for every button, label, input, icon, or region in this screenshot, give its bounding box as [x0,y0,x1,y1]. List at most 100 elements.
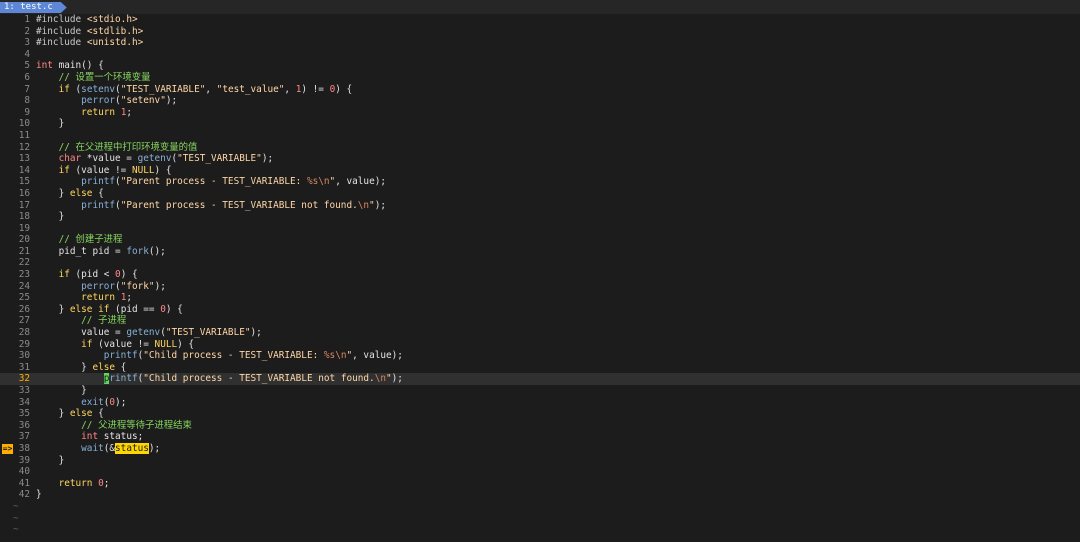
code-text: #include <unistd.h> [36,37,144,49]
line-number: 24 [18,280,30,292]
code-line[interactable]: 12 // 在父进程中打印环境变量的值 [0,142,1080,154]
code-line[interactable]: 10 } [0,118,1080,130]
line-number: 26 [18,303,30,315]
code-line[interactable]: 1 #include <stdio.h> [0,14,1080,26]
code-line[interactable]: 26 } else if (pid == 0) { [0,304,1080,316]
code-line[interactable]: 18 } [0,211,1080,223]
code-text: } [36,211,65,223]
code-line[interactable]: 40 [0,466,1080,478]
line-number: 16 [18,187,30,199]
code-line[interactable]: 33 } [0,385,1080,397]
code-line[interactable]: 2 #include <stdlib.h> [0,26,1080,38]
code-line[interactable]: 8 perror("setenv"); [0,95,1080,107]
text-cursor: p [103,373,110,385]
code-line[interactable]: 3 #include <unistd.h> [0,37,1080,49]
code-text: } else if (pid == 0) { [36,303,183,315]
code-line[interactable]: 23 if (pid < 0) { [0,269,1080,281]
code-line[interactable]: 25 return 1; [0,292,1080,304]
line-number: 25 [18,292,30,304]
line-number: 28 [18,327,30,339]
line-number: 41 [18,477,30,489]
code-text: char *value = getenv("TEST_VARIABLE"); [58,153,274,165]
code-text: if (value != NULL) { [58,164,172,176]
code-line[interactable]: 41 return 0; [0,478,1080,490]
code-text: } [36,489,42,501]
code-text: pid_t pid = fork(); [36,245,166,257]
empty-buffer-line: ~ [0,501,1080,513]
line-number: 9 [24,106,30,118]
code-text: } else { [36,361,127,373]
line-number: 13 [18,153,30,165]
code-text: } [36,454,65,466]
code-line[interactable]: 31 } else { [0,362,1080,374]
line-number: 12 [18,141,30,153]
code-line[interactable]: 5 int main() { [0,60,1080,72]
code-line[interactable]: 39 } [0,455,1080,467]
line-number: 11 [18,129,30,141]
code-text: value = getenv("TEST_VARIABLE"); [36,327,262,339]
code-text: #include <stdio.h> [36,14,138,25]
line-number: 17 [18,199,30,211]
code-line[interactable]: 14 if (value != NULL) { [0,165,1080,177]
code-line[interactable]: 42} [0,489,1080,501]
code-line[interactable]: => 38 wait(&status); [0,442,1080,455]
code-line[interactable]: 22 [0,257,1080,269]
code-text: // 创建子进程 [58,234,123,246]
line-number: 5 [24,60,30,72]
code-line[interactable]: 19 [0,223,1080,235]
code-text: if (setenv("TEST_VARIABLE", "test_value"… [58,83,353,95]
code-line[interactable]: 6 // 设置一个环境变量 [0,72,1080,84]
code-line[interactable]: 11 [0,130,1080,142]
code-line[interactable]: 20 // 创建子进程 [0,234,1080,246]
code-editor[interactable]: 1 #include <stdio.h> 2 #include <stdlib.h> 3… [0,14,1080,536]
code-line[interactable]: 36 // 父进程等待子进程结束 [0,420,1080,432]
code-line[interactable]: 4 [0,49,1080,61]
code-line[interactable]: 13 char *value = getenv("TEST_VARIABLE")… [0,153,1080,165]
line-number: 33 [18,385,30,396]
line-number: 14 [18,164,30,176]
code-line[interactable]: 24 perror("fork"); [0,281,1080,293]
code-text: if (pid < 0) { [58,269,138,281]
code-line[interactable]: 28 value = getenv("TEST_VARIABLE"); [0,327,1080,339]
code-text: printf("Child process - TEST_VARIABLE no… [103,373,403,385]
code-text: } else { [36,187,104,199]
code-line[interactable]: 9 return 1; [0,107,1080,119]
code-text: #include <stdlib.h> [36,25,144,37]
line-number: 31 [18,361,30,373]
empty-buffer-line: ~ [0,513,1080,525]
code-text: perror("fork"); [81,280,166,292]
tilde-marker: ~ [13,512,19,524]
code-line[interactable]: 16 } else { [0,188,1080,200]
line-number: 20 [18,234,30,246]
line-number: 21 [18,245,30,257]
code-line[interactable]: 35 } else { [0,408,1080,420]
code-text: return 0; [58,477,110,489]
code-line[interactable]: 17 printf("Parent process - TEST_VARIABL… [0,200,1080,212]
code-line-current[interactable]: 32 printf("Child process - TEST_VARIABLE… [0,373,1080,385]
code-text: // 子进程 [81,315,127,327]
code-text: } [36,385,87,396]
tab-test-c[interactable]: 1: test.c [0,2,67,13]
code-text: // 设置一个环境变量 [58,71,151,83]
code-line[interactable]: 7 if (setenv("TEST_VARIABLE", "test_valu… [0,84,1080,96]
line-number: 7 [24,83,30,95]
line-number: 1 [24,14,30,25]
code-text: return 1; [81,106,132,118]
code-text: if (value != NULL) { [81,338,195,350]
code-line[interactable]: 30 printf("Child process - TEST_VARIABLE… [0,350,1080,362]
code-line[interactable]: 27 // 子进程 [0,315,1080,327]
line-number: 39 [18,454,30,466]
code-text: // 父进程等待子进程结束 [81,419,192,431]
code-text: printf("Parent process - TEST_VARIABLE: … [81,176,387,188]
line-number: 2 [24,25,30,37]
code-text: printf("Parent process - TEST_VARIABLE n… [81,199,386,211]
code-line[interactable]: 15 printf("Parent process - TEST_VARIABL… [0,176,1080,188]
code-line[interactable]: 21 pid_t pid = fork(); [0,246,1080,258]
code-line[interactable]: 34 exit(0); [0,397,1080,409]
line-number: 10 [18,118,30,130]
code-text: // 在父进程中打印环境变量的值 [58,141,198,153]
code-line[interactable]: 37 int status; [0,431,1080,443]
code-line[interactable]: 29 if (value != NULL) { [0,339,1080,351]
line-number: 36 [18,419,30,431]
line-number: 42 [18,489,30,501]
